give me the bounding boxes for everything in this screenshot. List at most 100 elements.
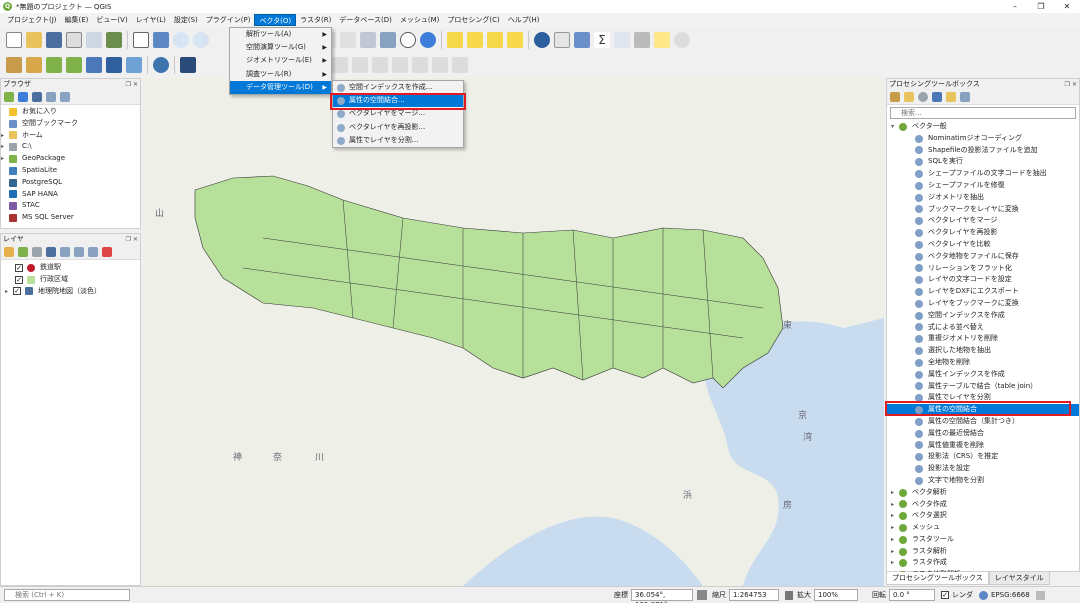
filter-icon[interactable] <box>32 92 42 102</box>
processing-tool[interactable]: ベクタレイヤを比較 <box>887 239 1079 251</box>
identify-icon[interactable] <box>534 31 550 48</box>
vector-menu-item[interactable]: 調査ツール(R) ▶ <box>230 68 331 81</box>
zoom-out-icon[interactable] <box>193 31 209 48</box>
processing-group[interactable]: ▸ メッシュ <box>887 522 1079 534</box>
processing-tool[interactable]: Shapefileの投影法ファイルを追加 <box>887 145 1079 157</box>
submenu-item[interactable]: ベクタレイヤを再投影... <box>333 121 463 134</box>
help-icon[interactable] <box>180 56 196 73</box>
processing-tool[interactable]: 属性インデックスを作成 <box>887 369 1079 381</box>
menu-11[interactable]: ヘルプ(H) <box>504 14 544 26</box>
layer-item[interactable]: ✓ 行政区域 <box>1 274 140 286</box>
tab-processing-toolbox[interactable]: プロセシングツールボックス <box>886 572 989 585</box>
processing-group[interactable]: ▸ ラスタツール <box>887 534 1079 546</box>
menu-4[interactable]: 設定(S) <box>170 14 202 26</box>
menu-10[interactable]: プロセシング(C) <box>443 14 503 26</box>
properties-icon[interactable] <box>60 92 70 102</box>
paste-icon[interactable] <box>412 56 428 73</box>
submenu-item[interactable]: 空間インデックスを作成... <box>333 81 463 94</box>
processing-tool[interactable]: レイヤをブックマークに変換 <box>887 298 1079 310</box>
processing-tool[interactable]: ベクタレイヤを再投影 <box>887 227 1079 239</box>
expand-arrow-icon[interactable]: ▸ <box>5 286 13 298</box>
scripts-icon[interactable] <box>904 92 914 102</box>
processing-tool[interactable]: 属性でレイヤを分割 <box>887 392 1079 404</box>
add-layer-icon[interactable] <box>86 56 102 73</box>
coordinate-field[interactable]: 36.054°, 139.071° <box>631 589 693 603</box>
browser-item[interactable]: お気に入り <box>1 106 140 118</box>
processing-tool[interactable]: Nominatimジオコーディング <box>887 133 1079 145</box>
pan-icon[interactable] <box>133 31 149 48</box>
processing-tool[interactable]: レイヤの文字コードを設定 <box>887 274 1079 286</box>
minimize-button[interactable]: – <box>1002 0 1028 13</box>
processing-tool[interactable]: 全地物を削除 <box>887 357 1079 369</box>
processing-tool[interactable]: 式による並べ替え <box>887 322 1079 334</box>
menu-2[interactable]: ビュー(V) <box>92 14 131 26</box>
attribute-table-icon[interactable] <box>554 31 570 48</box>
vector-menu-item[interactable]: ジオメトリツール(E) ▶ <box>230 54 331 67</box>
browser-item[interactable]: SAP HANA <box>1 189 140 201</box>
processing-group[interactable]: ▸ ベクタ解析 <box>887 487 1079 499</box>
select-features-icon[interactable] <box>447 31 463 48</box>
processing-group[interactable]: ▸ ベクタ作成 <box>887 499 1079 511</box>
expand-all-icon[interactable] <box>74 247 84 257</box>
menu-5[interactable]: プラグイン(P) <box>202 14 255 26</box>
magnifier-field[interactable]: 100% <box>814 589 858 601</box>
render-checkbox[interactable]: ✓ <box>941 591 949 599</box>
measure-icon[interactable] <box>634 31 650 48</box>
browser-item[interactable]: MS SQL Server <box>1 212 140 224</box>
locator-search-input[interactable] <box>4 589 130 601</box>
expand-arrow-icon[interactable]: ▸ <box>1 141 9 153</box>
select-by-value-icon[interactable] <box>467 31 483 48</box>
browser-item[interactable]: SpatiaLite <box>1 165 140 177</box>
crs-label[interactable]: EPSG:6668 <box>991 591 1030 599</box>
browser-item[interactable]: ▸ C:\ <box>1 141 140 153</box>
menu-1[interactable]: 編集(E) <box>61 14 93 26</box>
menu-0[interactable]: プロジェクト(J) <box>3 14 61 26</box>
processing-tool[interactable]: ジオメトリを抽出 <box>887 192 1079 204</box>
add-group-icon[interactable] <box>18 247 28 257</box>
panel-float-close-icon[interactable]: ❐ ✕ <box>126 79 138 90</box>
expand-arrow-icon[interactable]: ▸ <box>1 130 9 142</box>
zoom-next-icon[interactable] <box>340 31 356 48</box>
vector-menu-item[interactable]: 空間演算ツール(G) ▶ <box>230 41 331 54</box>
processing-tool[interactable]: ベクタ地物をファイルに保存 <box>887 251 1079 263</box>
browser-item[interactable]: ▸ GeoPackage <box>1 153 140 165</box>
processing-group[interactable]: ▸ ラスタ解析 <box>887 546 1079 558</box>
processing-tool[interactable]: ベクタレイヤをマージ <box>887 215 1079 227</box>
expand-arrow-icon[interactable]: ▸ <box>891 499 899 511</box>
results-viewer-icon[interactable] <box>932 92 942 102</box>
processing-tool[interactable]: 投影法（CRS）を推定 <box>887 451 1079 463</box>
vertex-tool-icon[interactable] <box>332 56 348 73</box>
toggle-extents-icon[interactable] <box>697 590 707 600</box>
layer-visibility-checkbox[interactable]: ✓ <box>15 263 23 272</box>
processing-group[interactable]: ▸ ラスタ作成 <box>887 557 1079 569</box>
submenu-item[interactable]: 属性でレイヤを分割... <box>333 134 463 147</box>
processing-group[interactable]: ▾ ベクタ一般 <box>887 121 1079 133</box>
processing-tool[interactable]: 属性の空間結合（集計つき） <box>887 416 1079 428</box>
history-icon[interactable] <box>918 92 928 102</box>
expand-arrow-icon[interactable]: ▸ <box>891 522 899 534</box>
scale-field[interactable]: 1:264753 <box>729 589 779 601</box>
layer-visibility-checkbox[interactable]: ✓ <box>13 287 21 296</box>
panel-float-close-icon[interactable]: ❐ ✕ <box>126 234 138 245</box>
processing-tool[interactable]: SQLを実行 <box>887 156 1079 168</box>
menu-9[interactable]: メッシュ(M) <box>396 14 444 26</box>
models-icon[interactable] <box>890 92 900 102</box>
sum-icon[interactable]: Σ <box>594 31 610 48</box>
vector-menu-item[interactable]: 解析ツール(A) ▶ <box>230 28 331 41</box>
expand-arrow-icon[interactable]: ▸ <box>891 546 899 558</box>
cut-icon[interactable] <box>372 56 388 73</box>
processing-tool[interactable]: 投影法を設定 <box>887 463 1079 475</box>
rotation-field[interactable]: 0.0 ° <box>889 589 935 601</box>
menu-7[interactable]: ラスタ(R) <box>296 14 335 26</box>
python-console-icon[interactable] <box>153 56 169 73</box>
refresh-icon[interactable] <box>420 31 436 48</box>
browser-item[interactable]: PostgreSQL <box>1 177 140 189</box>
menu-8[interactable]: データベース(D) <box>335 14 396 26</box>
layer-item[interactable]: ✓ 鉄道駅 <box>1 262 140 274</box>
processing-tool[interactable]: 属性値重複を削除 <box>887 440 1079 452</box>
data-source-manager-icon[interactable] <box>6 56 22 73</box>
processing-tool[interactable]: ブックマークをレイヤに変換 <box>887 204 1079 216</box>
processing-gear-icon[interactable] <box>574 31 590 48</box>
refresh-icon[interactable] <box>18 92 28 102</box>
locator-icon[interactable] <box>674 31 690 48</box>
